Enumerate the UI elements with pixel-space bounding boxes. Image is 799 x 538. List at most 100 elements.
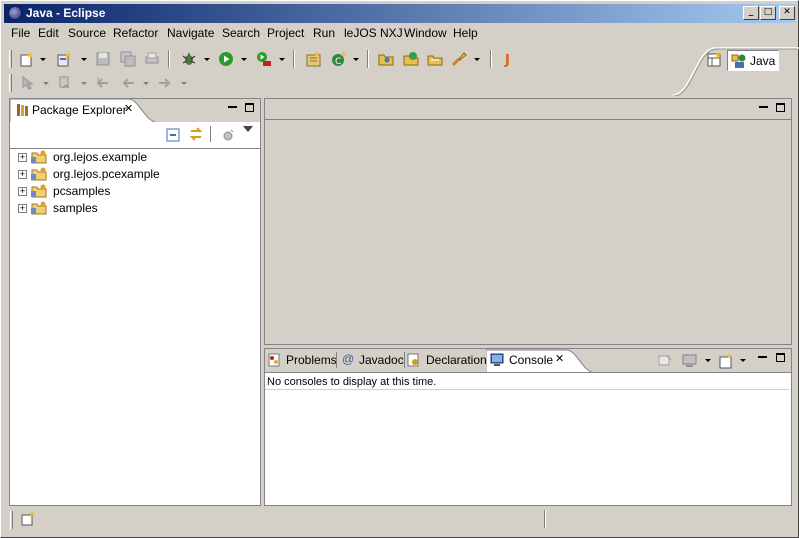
toolbar-separator xyxy=(367,50,369,68)
new-java-project-icon[interactable] xyxy=(306,51,322,67)
debug-dropdown-icon[interactable] xyxy=(204,58,210,61)
external-tools-dropdown-icon[interactable] xyxy=(279,58,285,61)
svg-text:J: J xyxy=(504,53,510,67)
maximize-bottom-view-icon[interactable] xyxy=(776,353,785,362)
toolbar-separator xyxy=(490,50,492,68)
status-grip xyxy=(10,511,13,529)
navigation-toolbar xyxy=(4,72,694,94)
expand-icon[interactable]: + xyxy=(18,170,27,179)
collapse-all-icon[interactable] xyxy=(166,128,180,142)
forward-dropdown-icon xyxy=(181,82,187,85)
menu-file[interactable]: File xyxy=(11,26,30,40)
menu-refactor[interactable]: Refactor xyxy=(113,26,158,40)
package-explorer-tab-bar: Package Explorer ✕ xyxy=(10,99,260,123)
tab-javadoc[interactable]: @ Javadoc xyxy=(339,349,405,371)
console-content[interactable]: No consoles to display at this time. xyxy=(265,372,791,505)
save-all-icon xyxy=(120,51,136,67)
new-wizard-icon[interactable] xyxy=(19,51,35,67)
close-window-button[interactable]: ✕ xyxy=(779,6,795,20)
tab-console[interactable]: Console ✕ xyxy=(489,349,573,371)
previous-annotation-icon xyxy=(59,76,70,89)
view-menu-hit[interactable] xyxy=(243,126,253,132)
menu-window[interactable]: Window xyxy=(404,26,447,40)
status-bar xyxy=(4,507,796,533)
bottom-view-stack: Problems @ Javadoc Declaration Console ✕ xyxy=(264,348,792,506)
tab-divider xyxy=(336,352,337,368)
tree-project-label: org.lejos.pcexample xyxy=(53,167,160,181)
menu-navigate[interactable]: Navigate xyxy=(167,26,214,40)
maximize-view-icon[interactable] xyxy=(245,103,254,112)
console-message: No consoles to display at this time. xyxy=(267,376,437,388)
new-java-class-icon[interactable]: C xyxy=(331,51,347,67)
new-class-dropdown-icon[interactable] xyxy=(353,58,359,61)
menu-lejos-nxj[interactable]: leJOS NXJ xyxy=(344,26,403,40)
open-type-icon[interactable] xyxy=(378,51,394,67)
open-console-dropdown-icon[interactable] xyxy=(740,359,746,362)
editor-area[interactable] xyxy=(264,98,792,345)
menu-run[interactable]: Run xyxy=(313,26,335,40)
tree-project-label: pcsamples xyxy=(53,184,111,198)
close-console-icon[interactable]: ✕ xyxy=(555,352,564,365)
maximize-button[interactable]: □ xyxy=(760,6,776,20)
tab-declaration-label: Declaration xyxy=(426,353,487,367)
fast-view-icon[interactable] xyxy=(20,511,36,527)
title-bar[interactable]: Java - Eclipse _ □ ✕ xyxy=(4,4,796,23)
bottom-tab-bar: Problems @ Javadoc Declaration Console ✕ xyxy=(265,349,791,373)
package-explorer-view: Package Explorer ✕ + org.lejos.example + xyxy=(9,98,261,506)
external-tools-icon[interactable] xyxy=(256,51,272,67)
new-element-dropdown-icon[interactable] xyxy=(81,58,87,61)
display-console-dropdown-icon[interactable] xyxy=(705,359,711,362)
tree-project-label: samples xyxy=(53,201,98,215)
menu-edit[interactable]: Edit xyxy=(38,26,59,40)
new-java-element-icon[interactable] xyxy=(56,51,72,67)
java-perspective-icon xyxy=(731,54,746,68)
run-icon[interactable] xyxy=(218,51,234,67)
save-icon xyxy=(96,52,110,66)
lejos-upload-icon[interactable]: J xyxy=(501,51,517,67)
menu-project[interactable]: Project xyxy=(267,26,304,40)
open-perspective-icon[interactable] xyxy=(706,52,722,68)
minimize-bottom-view-icon[interactable] xyxy=(758,354,767,358)
console-divider xyxy=(265,389,789,390)
menu-search[interactable]: Search xyxy=(222,26,260,40)
open-console-icon[interactable] xyxy=(718,353,734,369)
next-annotation-icon xyxy=(22,75,34,90)
open-resource-icon[interactable] xyxy=(427,51,443,67)
project-folder-icon xyxy=(31,184,47,198)
project-folder-icon xyxy=(31,150,47,164)
tab-divider xyxy=(404,352,405,368)
minimize-editor-icon[interactable] xyxy=(759,104,768,108)
problems-icon xyxy=(268,353,280,367)
expand-icon[interactable]: + xyxy=(18,153,27,162)
java-perspective-button[interactable]: Java xyxy=(727,50,779,71)
package-explorer-title: Package Explorer xyxy=(32,103,127,117)
print-icon xyxy=(145,52,159,64)
display-console-icon xyxy=(682,354,697,367)
close-view-icon[interactable]: ✕ xyxy=(124,102,133,115)
search-flashlight-icon[interactable] xyxy=(451,51,467,67)
open-task-icon[interactable] xyxy=(403,51,419,67)
menu-help[interactable]: Help xyxy=(453,26,478,40)
tab-problems[interactable]: Problems xyxy=(267,349,337,371)
package-tree: + org.lejos.example + org.lejos.pcexampl… xyxy=(10,148,260,505)
tab-problems-label: Problems xyxy=(286,353,337,367)
minimize-view-icon[interactable] xyxy=(228,104,237,108)
svg-text:C: C xyxy=(335,57,341,67)
menu-bar: File Edit Source Refactor Navigate Searc… xyxy=(4,24,796,43)
new-dropdown-icon[interactable] xyxy=(40,58,46,61)
maximize-editor-icon[interactable] xyxy=(776,103,785,112)
search-dropdown-icon[interactable] xyxy=(474,58,480,61)
console-icon xyxy=(490,353,504,366)
toolbar-grip[interactable] xyxy=(9,50,12,68)
run-dropdown-icon[interactable] xyxy=(241,58,247,61)
debug-icon[interactable] xyxy=(181,51,197,67)
main-toolbar: C J xyxy=(4,48,694,70)
tab-declaration[interactable]: Declaration xyxy=(406,349,487,371)
package-explorer-tab[interactable]: Package Explorer ✕ xyxy=(14,99,154,121)
link-with-editor-icon[interactable] xyxy=(188,126,204,142)
minimize-button[interactable]: _ xyxy=(743,6,759,20)
expand-icon[interactable]: + xyxy=(18,187,27,196)
toolbar-grip[interactable] xyxy=(9,74,12,92)
expand-icon[interactable]: + xyxy=(18,204,27,213)
menu-source[interactable]: Source xyxy=(68,26,106,40)
